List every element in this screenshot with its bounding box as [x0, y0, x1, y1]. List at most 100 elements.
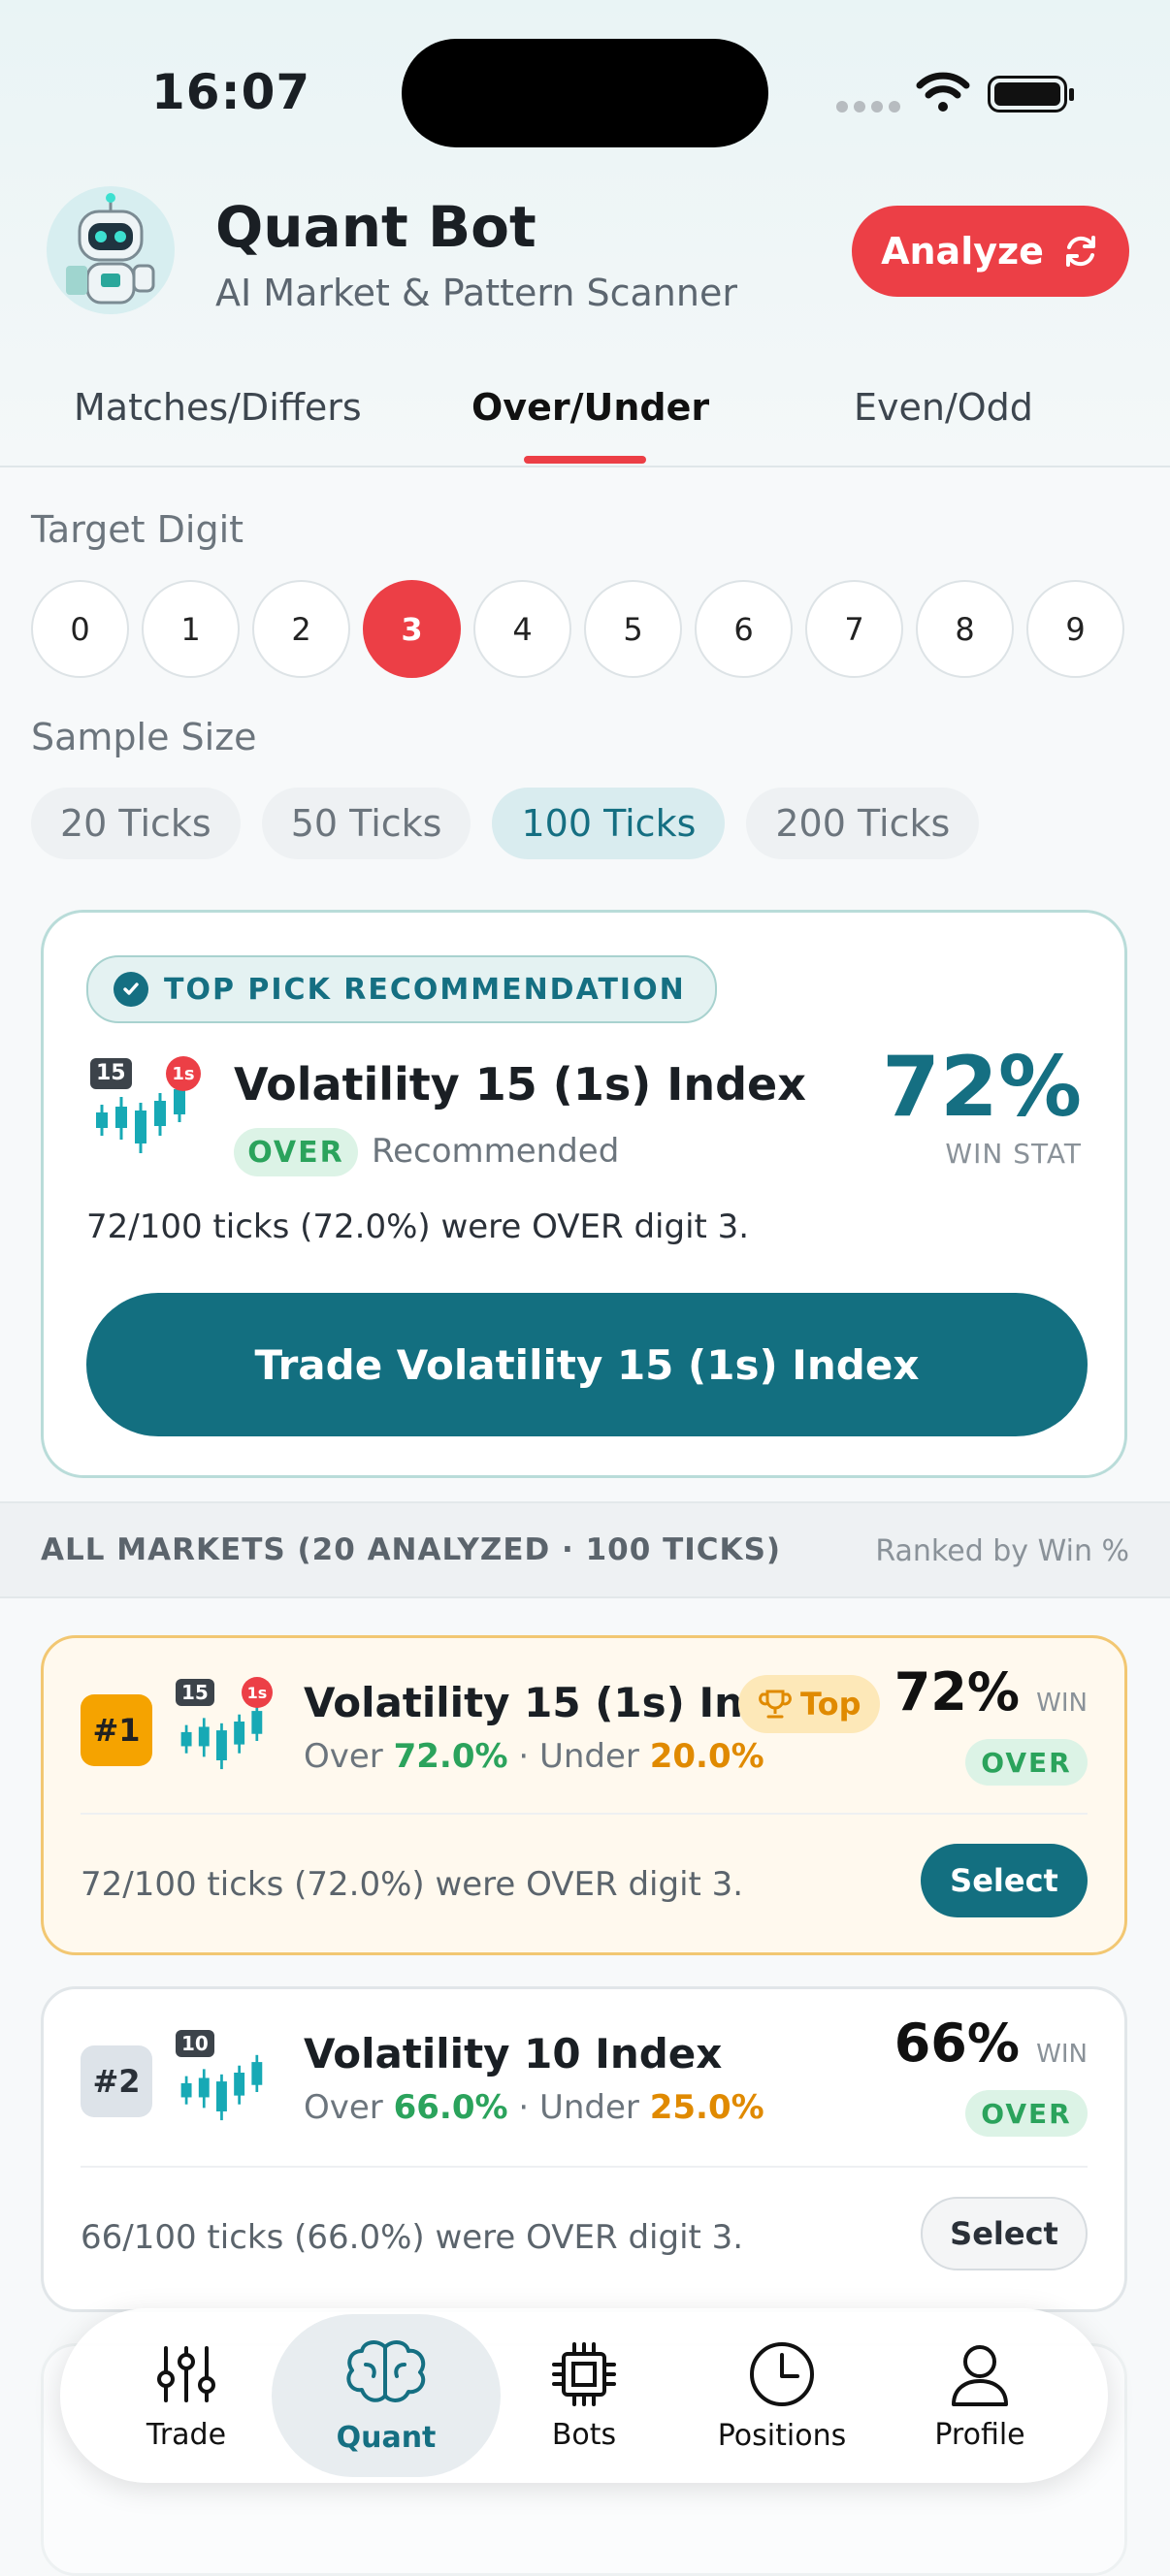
select-button[interactable]: Select: [921, 1844, 1088, 1917]
chip-icon: [552, 2341, 616, 2406]
top-pick-description: 72/100 ticks (72.0%) were OVER digit 3.: [86, 1208, 750, 1246]
top-pick-card: TOP PICK RECOMMENDATION 15 1s Volatility…: [41, 910, 1127, 1478]
all-markets-title: ALL MARKETS (20 ANALYZED · 100 TICKS): [41, 1532, 782, 1567]
under-label: Under: [539, 1737, 639, 1776]
wifi-icon: [916, 72, 970, 112]
brain-icon: [346, 2339, 426, 2402]
refresh-icon: [1065, 236, 1095, 267]
rank-badge: #1: [81, 1694, 152, 1766]
digit-9[interactable]: 9: [1026, 580, 1124, 678]
tab-matches-differs[interactable]: Matches/Differs: [74, 386, 362, 429]
rank-badge: #2: [81, 2045, 152, 2117]
bottom-navigation: Trade Quant Bots Positions Profile: [60, 2308, 1108, 2483]
battery-icon: [988, 76, 1074, 113]
sample-chip-50[interactable]: 50 Ticks: [261, 788, 471, 859]
digit-2[interactable]: 2: [252, 580, 350, 678]
card-divider: [81, 1813, 1088, 1815]
top-pick-market-name: Volatility 15 (1s) Index: [234, 1058, 806, 1111]
nav-positions[interactable]: Positions: [695, 2308, 869, 2483]
digit-8[interactable]: 8: [916, 580, 1014, 678]
digit-6[interactable]: 6: [695, 580, 793, 678]
separator: ·: [518, 1737, 530, 1776]
sample-size-label: Sample Size: [31, 716, 257, 758]
over-value: 72.0%: [393, 1737, 508, 1776]
digit-selector: 0 1 2 3 4 5 6 7 8 9: [31, 580, 1124, 678]
interval-badge: 1s: [166, 1056, 201, 1091]
digit-4[interactable]: 4: [473, 580, 571, 678]
clock-icon: [750, 2341, 814, 2406]
trophy-icon: [759, 1690, 792, 1719]
card-divider: [81, 2166, 1088, 2168]
sample-chip-100[interactable]: 100 Ticks: [492, 788, 726, 859]
nav-profile[interactable]: Profile: [893, 2308, 1067, 2483]
nav-bots[interactable]: Bots: [497, 2308, 671, 2483]
recommended-label: Recommended: [372, 1132, 620, 1171]
sample-chip-20[interactable]: 20 Ticks: [31, 788, 241, 859]
market-description: 66/100 ticks (66.0%) were OVER digit 3.: [81, 2218, 744, 2257]
under-value: 20.0%: [649, 1737, 764, 1776]
check-circle-icon: [114, 972, 148, 1007]
sample-chip-200[interactable]: 200 Ticks: [746, 788, 980, 859]
tab-over-under[interactable]: Over/Under: [471, 386, 709, 429]
nav-label: Quant: [336, 2420, 437, 2455]
select-button[interactable]: Select: [921, 2197, 1088, 2270]
digit-0[interactable]: 0: [31, 580, 129, 678]
over-value: 66.0%: [393, 2088, 508, 2127]
market-name: Volatility 10 Index: [304, 2030, 723, 2077]
direction-pill: OVER: [965, 2090, 1088, 2137]
top-pick-badge-label: TOP PICK RECOMMENDATION: [164, 972, 686, 1007]
sample-size-selector: 20 Ticks 50 Ticks 100 Ticks 200 Ticks: [31, 788, 980, 859]
digit-5[interactable]: 5: [584, 580, 682, 678]
interval-badge: 1s: [242, 1677, 273, 1708]
robot-avatar-icon: [47, 186, 175, 314]
nav-label: Positions: [717, 2418, 847, 2453]
market-description: 72/100 ticks (72.0%) were OVER digit 3.: [81, 1865, 744, 1904]
market-card[interactable]: #2 10 Volatility 10 Index Over 66.0% · U…: [41, 1986, 1127, 2312]
nav-trade[interactable]: Trade: [99, 2308, 274, 2483]
direction-pill: OVER: [965, 1739, 1088, 1786]
top-tag: Top: [738, 1675, 881, 1733]
separator: ·: [518, 2088, 530, 2127]
top-pick-win-percent: 72%: [882, 1039, 1082, 1136]
analyze-button[interactable]: Analyze: [852, 206, 1129, 297]
app-subtitle: AI Market & Pattern Scanner: [215, 272, 737, 314]
top-pick-badge: TOP PICK RECOMMENDATION: [86, 955, 717, 1023]
win-stat-label: WIN STAT: [945, 1138, 1082, 1170]
all-markets-header: ALL MARKETS (20 ANALYZED · 100 TICKS) Ra…: [0, 1501, 1170, 1598]
dynamic-island: [402, 39, 768, 147]
signal-dots-icon: [836, 101, 900, 113]
market-number-badge: 15: [90, 1058, 132, 1089]
nav-label: Bots: [551, 2417, 617, 2452]
market-win-percent: 72%: [894, 1661, 1020, 1723]
tab-bar: Matches/Differs Over/Under Even/Odd: [0, 367, 1170, 467]
digit-3[interactable]: 3: [363, 580, 461, 678]
tab-even-odd[interactable]: Even/Odd: [854, 386, 1033, 429]
win-label: WIN: [1036, 2040, 1088, 2069]
over-label: Over: [304, 2088, 383, 2127]
market-card[interactable]: #1 15 1s Volatility 15 (1s) Index Top Ov…: [41, 1635, 1127, 1955]
market-number-badge: 10: [176, 2030, 214, 2057]
market-win-percent: 66%: [894, 2012, 1020, 2074]
active-tab-indicator: [524, 456, 646, 464]
ranked-by-label: Ranked by Win %: [875, 1534, 1129, 1568]
target-digit-label: Target Digit: [31, 508, 244, 551]
nav-quant[interactable]: Quant: [299, 2308, 473, 2483]
digit-1[interactable]: 1: [142, 580, 240, 678]
under-value: 25.0%: [649, 2088, 764, 2127]
over-label: Over: [304, 1737, 383, 1776]
digit-7[interactable]: 7: [805, 580, 903, 678]
status-time: 16:07: [151, 64, 311, 120]
app-title: Quant Bot: [215, 194, 536, 260]
market-number-badge: 15: [176, 1679, 214, 1706]
under-label: Under: [539, 2088, 639, 2127]
top-tag-label: Top: [800, 1686, 861, 1723]
market-stats: Over 66.0% · Under 25.0%: [304, 2088, 764, 2127]
nav-label: Profile: [934, 2417, 1025, 2452]
nav-label: Trade: [146, 2417, 227, 2452]
user-icon: [952, 2344, 1008, 2406]
win-label: WIN: [1036, 1689, 1088, 1718]
market-stats: Over 72.0% · Under 20.0%: [304, 1737, 764, 1776]
trade-button[interactable]: Trade Volatility 15 (1s) Index: [86, 1293, 1088, 1436]
direction-pill: OVER: [234, 1128, 358, 1176]
analyze-button-label: Analyze: [881, 230, 1044, 273]
